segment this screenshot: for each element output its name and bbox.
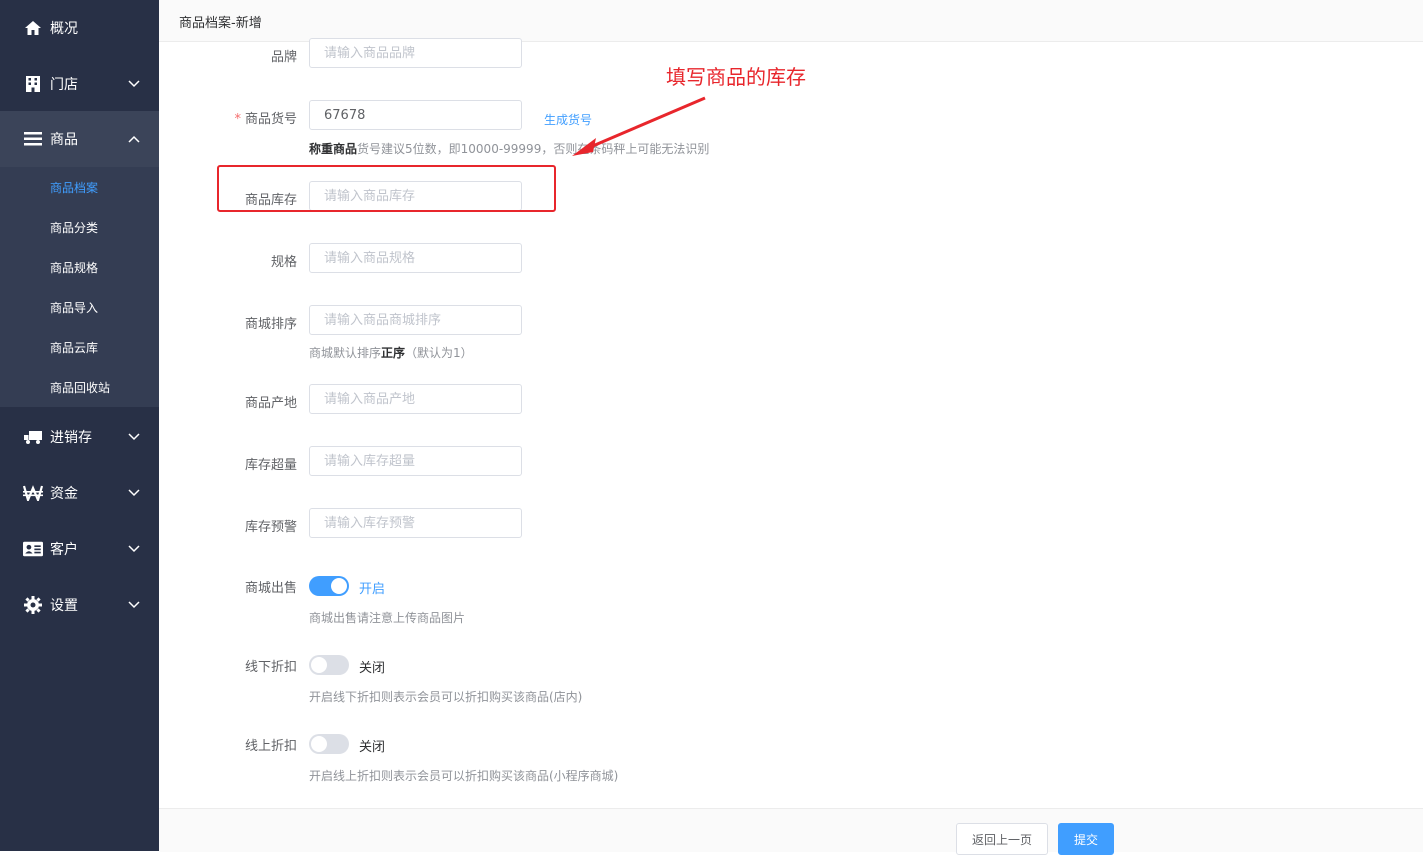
sidebar-item-settings[interactable]: 设置 [0,577,159,633]
brand-input[interactable] [309,38,522,68]
page-title: 商品档案-新增 [179,16,262,31]
spec-label: 规格 [270,255,297,270]
form-row-offline-discount: 线下折扣 关闭 开启线下折扣则表示会员可以折扣购买该商品(店内) [159,655,1059,707]
form-row-overstock: 库存超量 [159,446,1059,478]
sku-input[interactable] [309,100,522,130]
mall-sort-input[interactable] [309,305,522,335]
annotation-text: 填写商品的库存 [666,65,806,89]
chevron-down-icon [126,429,142,445]
online-discount-switch[interactable] [309,734,349,754]
sidebar-item-label: 客户 [50,542,78,558]
chevron-down-icon [126,597,142,613]
form-row-online-discount: 线上折扣 关闭 开启线上折扣则表示会员可以折扣购买该商品(小程序商城) [159,734,1059,786]
stock-alert-label: 库存预警 [244,520,297,535]
overstock-input[interactable] [309,446,522,476]
switch-knob [311,657,327,673]
submenu-item-goods-spec[interactable]: 商品规格 [0,247,159,287]
chevron-down-icon [126,541,142,557]
offline-discount-hint: 开启线下折扣则表示会员可以折扣购买该商品(店内) [309,690,583,704]
sidebar-item-label: 门店 [50,77,78,93]
goods-submenu: 商品档案 商品分类 商品规格 商品导入 商品云库 商品回收站 [0,167,159,407]
mall-sort-hint: 商城默认排序正序（默认为1） [309,346,473,360]
sidebar-item-label: 商品 [50,132,78,148]
form-row-mall-sort: 商城排序 商城默认排序正序（默认为1） [159,305,1059,365]
chevron-down-icon [126,485,142,501]
submit-button[interactable]: 提交 [1058,823,1114,855]
brand-label: 品牌 [270,50,297,65]
annotation-highlight-box [217,165,556,212]
submenu-item-goods-cloud[interactable]: 商品云库 [0,327,159,367]
sidebar-item-label: 概况 [50,21,78,37]
mall-sale-label: 商城出售 [244,581,297,596]
sidebar-item-label: 设置 [50,598,78,614]
switch-knob [311,736,327,752]
won-icon [23,483,43,503]
sidebar-item-customer[interactable]: 客户 [0,521,159,577]
submenu-item-goods-import[interactable]: 商品导入 [0,287,159,327]
truck-icon [23,427,43,447]
sidebar-item-store[interactable]: 门店 [0,56,159,112]
form-row-spec: 规格 [159,243,1059,275]
offline-discount-label: 线下折扣 [244,660,297,675]
list-icon [23,129,43,149]
origin-input[interactable] [309,384,522,414]
overstock-label: 库存超量 [244,458,297,473]
chevron-up-icon [126,131,142,147]
annotation-arrow-icon [572,96,706,156]
submenu-item-goods-archive[interactable]: 商品档案 [0,167,159,207]
switch-knob [331,578,347,594]
back-button[interactable]: 返回上一页 [956,823,1048,855]
submenu-item-goods-recycle[interactable]: 商品回收站 [0,367,159,407]
sidebar-item-overview[interactable]: 概况 [0,0,159,56]
mall-sale-state: 开启 [359,582,386,597]
sidebar-item-label: 资金 [50,486,78,502]
sidebar-item-goods[interactable]: 商品 [0,111,159,167]
online-discount-label: 线上折扣 [244,739,297,754]
submenu-item-goods-category[interactable]: 商品分类 [0,207,159,247]
id-card-icon [23,539,43,559]
mall-sale-hint: 商城出售请注意上传商品图片 [309,611,466,625]
chevron-down-icon [126,76,142,92]
mall-sale-switch[interactable] [309,576,349,596]
building-icon [23,74,43,94]
form-row-brand: 品牌 [159,38,1059,70]
form-footer: 返回上一页 提交 [159,808,1423,855]
form-row-origin: 商品产地 [159,384,1059,416]
gear-icon [23,595,43,615]
stock-alert-input[interactable] [309,508,522,538]
page-header: 商品档案-新增 [159,0,1423,42]
origin-label: 商品产地 [244,396,297,411]
form-row-stock-alert: 库存预警 [159,508,1059,540]
form-row-mall-sale: 商城出售 开启 商城出售请注意上传商品图片 [159,576,1059,628]
spec-input[interactable] [309,243,522,273]
sidebar-item-label: 进销存 [50,430,92,446]
sidebar-item-funds[interactable]: 资金 [0,465,159,521]
offline-discount-switch[interactable] [309,655,349,675]
mall-sort-label: 商城排序 [244,317,297,332]
sidebar-item-inventory[interactable]: 进销存 [0,409,159,465]
home-icon [23,18,43,38]
online-discount-hint: 开启线上折扣则表示会员可以折扣购买该商品(小程序商城) [309,769,619,783]
offline-discount-state: 关闭 [359,661,386,676]
sidebar: 概况 门店 商品 商品档案 商品分类 商品规格 商品导入 商品云库 商品回收站 … [0,0,159,851]
online-discount-state: 关闭 [359,740,386,755]
required-mark: * [234,112,241,127]
sku-label: * 商品货号 [234,112,297,127]
